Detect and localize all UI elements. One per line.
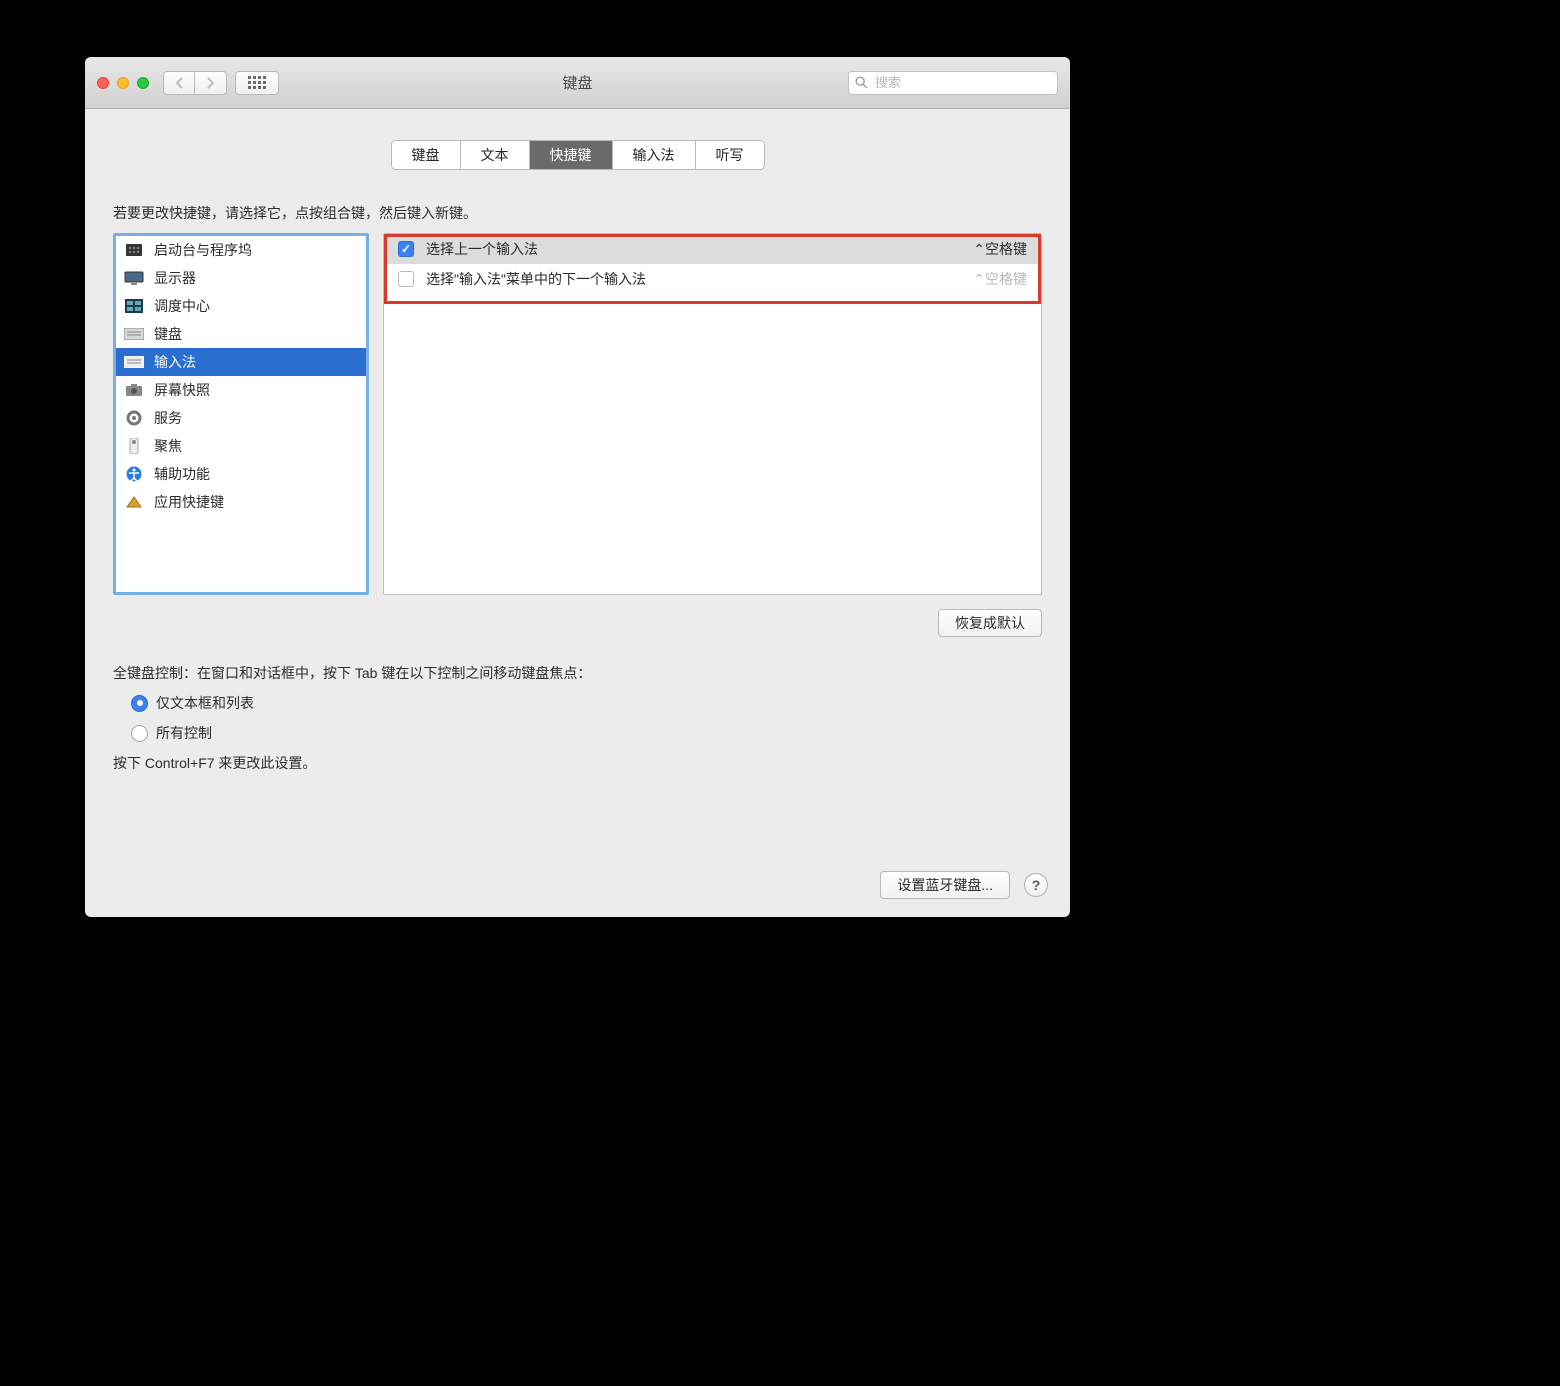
minimize-icon[interactable] [117,77,129,89]
chevron-right-icon [206,77,215,89]
restore-defaults-button[interactable]: 恢复成默认 [938,609,1042,637]
tab-bar: 键盘文本快捷键输入法听写 [113,141,1042,169]
radio-text-only[interactable]: 仅文本框和列表 [131,693,1042,713]
category-item-6[interactable]: 服务 [116,404,366,432]
category-item-4[interactable]: 输入法 [116,348,366,376]
shortcut-row-1[interactable]: 选择"输入法"菜单中的下一个输入法 ⌃空格键 [384,264,1041,294]
category-label: 屏幕快照 [154,380,210,400]
category-item-7[interactable]: 聚焦 [116,432,366,460]
category-item-5[interactable]: 屏幕快照 [116,376,366,404]
shortcut-label: 选择上一个输入法 [426,239,961,259]
launchpad-icon [124,242,144,258]
spotlight-icon [124,438,144,454]
category-item-8[interactable]: 辅助功能 [116,460,366,488]
tab-听写[interactable]: 听写 [696,141,764,169]
search-wrap [848,71,1058,95]
instructions-text: 若要更改快捷键，请选择它，点按组合键，然后键入新键。 [113,203,1042,223]
category-label: 服务 [154,408,182,428]
gear-icon [124,410,144,426]
category-label: 调度中心 [154,296,210,316]
content: 键盘文本快捷键输入法听写 若要更改快捷键，请选择它，点按组合键，然后键入新键。 … [85,109,1070,793]
back-button[interactable] [163,71,195,95]
category-item-9[interactable]: 应用快捷键 [116,488,366,516]
category-label: 应用快捷键 [154,492,224,512]
show-all-button[interactable] [235,71,279,95]
grid-icon [248,76,266,89]
tab-键盘[interactable]: 键盘 [392,141,461,169]
category-list[interactable]: 启动台与程序坞显示器调度中心键盘输入法屏幕快照服务聚焦辅助功能应用快捷键 [113,233,369,595]
category-label: 聚焦 [154,436,182,456]
keyboard-icon [124,354,144,370]
category-item-0[interactable]: 启动台与程序坞 [116,236,366,264]
accessibility-icon [124,466,144,482]
chevron-left-icon [175,77,184,89]
mission-icon [124,298,144,314]
zoom-icon[interactable] [137,77,149,89]
category-label: 输入法 [154,352,196,372]
category-label: 显示器 [154,268,196,288]
category-label: 键盘 [154,324,182,344]
shortcut-key: ⌃空格键 [973,269,1027,289]
tab-文本[interactable]: 文本 [461,141,530,169]
titlebar: 键盘 [85,57,1070,109]
display-icon [124,270,144,286]
keyboard-control-section: 全键盘控制：在窗口和对话框中，按下 Tab 键在以下控制之间移动键盘焦点： 仅文… [113,663,1042,773]
traffic-lights [97,77,149,89]
category-label: 辅助功能 [154,464,210,484]
tab-快捷键[interactable]: 快捷键 [530,141,613,169]
close-icon[interactable] [97,77,109,89]
tab-输入法[interactable]: 输入法 [613,141,696,169]
kb-control-heading: 全键盘控制：在窗口和对话框中，按下 Tab 键在以下控制之间移动键盘焦点： [113,663,1042,683]
kb-control-hint: 按下 Control+F7 来更改此设置。 [113,753,1042,773]
forward-button[interactable] [195,71,227,95]
shortcut-key: ⌃空格键 [973,239,1027,259]
category-label: 启动台与程序坞 [154,240,252,260]
panels: 启动台与程序坞显示器调度中心键盘输入法屏幕快照服务聚焦辅助功能应用快捷键 选择上… [113,233,1042,595]
search-icon [855,76,868,89]
category-item-2[interactable]: 调度中心 [116,292,366,320]
radio-label: 所有控制 [156,723,212,743]
shortcut-row-0[interactable]: 选择上一个输入法 ⌃空格键 [384,234,1041,264]
nav-buttons [163,71,227,95]
restore-row: 恢复成默认 [113,609,1042,637]
radio-label: 仅文本框和列表 [156,693,254,713]
category-item-3[interactable]: 键盘 [116,320,366,348]
apps-icon [124,494,144,510]
radio-on-icon [131,695,148,712]
radio-all-controls[interactable]: 所有控制 [131,723,1042,743]
shortcut-checkbox[interactable] [398,271,414,287]
shortcut-label: 选择"输入法"菜单中的下一个输入法 [426,269,961,289]
keyboard-icon [124,326,144,342]
shortcut-list[interactable]: 选择上一个输入法 ⌃空格键选择"输入法"菜单中的下一个输入法 ⌃空格键 [383,233,1042,595]
search-input[interactable] [848,71,1058,95]
radio-off-icon [131,725,148,742]
help-button[interactable]: ? [1024,873,1048,897]
shortcut-checkbox[interactable] [398,241,414,257]
camera-icon [124,382,144,398]
category-item-1[interactable]: 显示器 [116,264,366,292]
bluetooth-keyboard-button[interactable]: 设置蓝牙键盘... [880,871,1010,899]
footer: 设置蓝牙键盘... ? [880,871,1048,899]
preferences-window: 键盘 键盘文本快捷键输入法听写 若要更改快捷键，请选择它，点按组合键，然后键入新… [85,57,1070,917]
